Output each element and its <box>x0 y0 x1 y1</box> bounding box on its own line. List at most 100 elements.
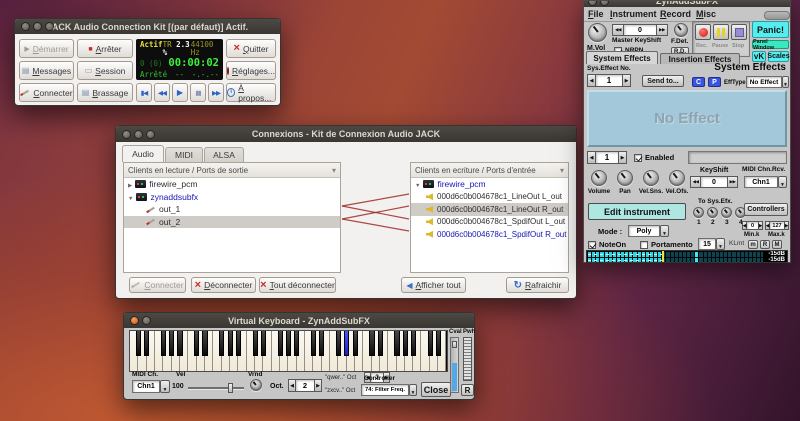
patchbay-button[interactable]: Brassage <box>77 83 133 102</box>
velocity-sense-knob[interactable] <box>643 170 659 186</box>
menu-instrument[interactable]: Instrument <box>610 9 657 19</box>
transport-pause-button[interactable] <box>190 83 206 102</box>
tree-row-lineout-r[interactable]: 000d6c0b004678c1_LineOut R_out <box>411 203 568 216</box>
show-all-button[interactable]: Afficher tout <box>401 277 466 293</box>
spin-up-icon[interactable] <box>622 74 631 87</box>
input-ports-header[interactable]: Clients en ecriture / Ports d'entrée <box>411 163 568 178</box>
piano-black-key[interactable] <box>436 331 441 356</box>
menu-file[interactable]: File <box>588 9 604 19</box>
piano-black-key[interactable] <box>278 331 283 356</box>
minimize-icon[interactable] <box>134 130 143 139</box>
chevron-down-icon[interactable] <box>778 176 787 188</box>
panic-button[interactable]: Panic! <box>752 21 789 38</box>
controller-value-slider[interactable] <box>450 337 459 393</box>
piano-black-key-pressed[interactable] <box>344 331 349 356</box>
piano-black-key[interactable] <box>378 331 383 356</box>
maximize-icon[interactable] <box>146 130 155 139</box>
portamento-checkbox[interactable] <box>640 241 648 249</box>
tab-midi[interactable]: MIDI <box>165 147 203 162</box>
piano-black-key[interactable] <box>294 331 299 356</box>
close-icon[interactable] <box>122 130 131 139</box>
vkeyboard-titlebar[interactable]: Virtual Keyboard - ZynAddSubFX <box>124 313 474 328</box>
menu-misc[interactable]: Misc <box>696 9 716 19</box>
slider-thumb[interactable] <box>452 341 457 348</box>
sys-effect-spinner[interactable]: 1 <box>587 74 631 87</box>
spin-down-icon[interactable] <box>587 151 596 164</box>
velocity-slider[interactable] <box>188 387 244 389</box>
connect-ports-button[interactable]: Connecter <box>129 277 186 293</box>
disconnect-all-button[interactable]: Tout déconnecter <box>259 277 336 293</box>
instrument-name-field[interactable] <box>688 151 787 164</box>
piano-black-key[interactable] <box>311 331 316 356</box>
menu-grip[interactable] <box>764 11 790 20</box>
piano-black-key[interactable] <box>144 331 149 356</box>
connections-titlebar[interactable]: Connexions - Kit de Connexion Audio JACK <box>116 126 576 142</box>
vrnd-knob[interactable] <box>250 379 262 391</box>
connect-button[interactable]: Connecter <box>19 83 74 102</box>
piano-black-key[interactable] <box>319 331 324 356</box>
sys-efx-knob-2[interactable] <box>707 207 718 218</box>
piano-black-key[interactable] <box>169 331 174 356</box>
pause-button[interactable] <box>713 24 729 40</box>
piano[interactable] <box>129 330 448 372</box>
panel-window-button[interactable]: Panel Window <box>752 40 789 49</box>
fine-detune-knob[interactable] <box>674 23 688 37</box>
keyshift-spinner[interactable]: 0 <box>690 176 738 188</box>
jack-titlebar[interactable]: JACK Audio Connection Kit [(par défaut)]… <box>15 19 280 34</box>
octave-spinner[interactable]: 2 <box>288 379 322 392</box>
about-button[interactable]: À propos... <box>226 83 276 102</box>
spin-up-icon[interactable] <box>618 151 627 164</box>
noteon-checkbox[interactable] <box>588 241 596 249</box>
piano-black-key[interactable] <box>403 331 408 356</box>
piano-black-key[interactable] <box>428 331 433 356</box>
piano-black-key[interactable] <box>202 331 207 356</box>
pitch-wheel[interactable] <box>463 337 472 381</box>
expander-expanded-icon[interactable] <box>128 192 133 202</box>
output-ports-header[interactable]: Clients en lecture / Ports de sortie <box>124 163 340 178</box>
velocity-offset-knob[interactable] <box>669 170 685 186</box>
spin-down-icon[interactable] <box>612 24 624 36</box>
stop-button[interactable] <box>731 24 747 40</box>
expander-collapsed-icon[interactable] <box>128 179 132 189</box>
spin-up-icon[interactable] <box>656 24 668 36</box>
refresh-button[interactable]: Rafraichir <box>506 277 569 293</box>
record-button[interactable] <box>695 24 711 40</box>
chevron-down-icon[interactable] <box>716 238 725 250</box>
copy-button[interactable]: C <box>692 77 705 87</box>
transport-rewind-start-button[interactable] <box>136 83 152 102</box>
maximize-icon[interactable] <box>45 22 54 31</box>
piano-black-key[interactable] <box>136 331 141 356</box>
piano-black-key[interactable] <box>286 331 291 356</box>
tree-row-firewire-out[interactable]: firewire_pcm <box>124 178 340 191</box>
piano-black-key[interactable] <box>194 331 199 356</box>
reset-button[interactable]: R <box>760 240 770 249</box>
piano-black-key[interactable] <box>369 331 374 356</box>
settings-button[interactable]: Réglages... <box>226 61 276 80</box>
part-enabled-checkbox[interactable] <box>634 154 642 162</box>
minimize-icon[interactable] <box>33 22 42 31</box>
spin-down-icon[interactable] <box>690 176 701 188</box>
chevron-down-icon[interactable] <box>160 380 170 393</box>
velocity-slider-thumb[interactable] <box>228 383 233 393</box>
tree-row-spdifout-l[interactable]: 000d6c0b004678c1_SpdifOut L_out <box>411 216 568 229</box>
piano-black-key[interactable] <box>394 331 399 356</box>
spin-up-icon[interactable] <box>758 221 763 230</box>
tab-system-effects[interactable]: System Effects <box>586 51 658 64</box>
minimal-button[interactable]: m <box>748 240 758 249</box>
menu-record[interactable]: Record <box>660 9 691 19</box>
part-volume-knob[interactable] <box>591 170 607 186</box>
part-spinner[interactable]: 1 <box>587 151 627 164</box>
spin-up-icon[interactable] <box>314 379 322 392</box>
max-key-spinner[interactable]: 127 <box>765 221 789 230</box>
expander-expanded-icon[interactable] <box>415 179 420 189</box>
scales-button[interactable]: Scales <box>768 51 789 62</box>
start-button[interactable]: Démarrer <box>19 39 74 58</box>
transport-backward-button[interactable] <box>154 83 170 102</box>
tree-row-lineout-l[interactable]: 000d6c0b004678c1_LineOut L_out <box>411 191 568 204</box>
edit-instrument-button[interactable]: Edit instrument <box>588 203 686 220</box>
sys-efx-knob-3[interactable] <box>721 207 732 218</box>
close-icon[interactable] <box>130 316 139 325</box>
pitch-reset-button[interactable]: R <box>461 384 474 396</box>
piano-black-key[interactable] <box>353 331 358 356</box>
piano-black-key[interactable] <box>177 331 182 356</box>
